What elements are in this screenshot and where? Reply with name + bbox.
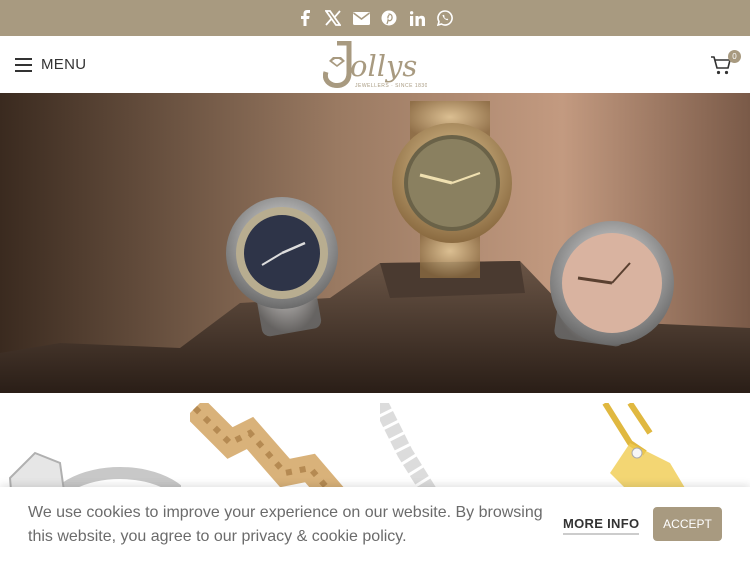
linkedin-icon[interactable] — [403, 0, 431, 36]
x-icon[interactable] — [319, 0, 347, 36]
cookie-message: We use cookies to improve your experienc… — [28, 504, 543, 545]
menu-toggle[interactable]: MENU — [15, 36, 86, 93]
facebook-icon[interactable] — [291, 0, 319, 36]
menu-label: MENU — [41, 56, 87, 73]
hamburger-icon — [15, 57, 32, 72]
whatsapp-icon[interactable] — [431, 0, 459, 36]
pinterest-icon[interactable] — [375, 0, 403, 36]
cookie-banner: We use cookies to improve your experienc… — [0, 487, 750, 563]
hero-banner[interactable] — [0, 93, 750, 393]
cart-button[interactable]: 0 — [710, 50, 741, 78]
logo-wordmark: ollys — [350, 49, 417, 83]
logo-tagline: JEWELLERS · SINCE 1830 — [355, 83, 427, 89]
email-icon[interactable] — [347, 0, 375, 36]
accept-button[interactable]: ACCEPT — [653, 507, 722, 541]
hero-watches-image — [0, 93, 750, 393]
site-header: MENU ollys JEWELLERS · SINCE 1830 0 — [0, 36, 750, 94]
more-info-link[interactable]: MORE INFO — [563, 516, 640, 535]
social-bar — [0, 0, 750, 36]
site-logo[interactable]: ollys JEWELLERS · SINCE 1830 — [322, 40, 427, 89]
cart-count-badge: 0 — [728, 50, 741, 63]
